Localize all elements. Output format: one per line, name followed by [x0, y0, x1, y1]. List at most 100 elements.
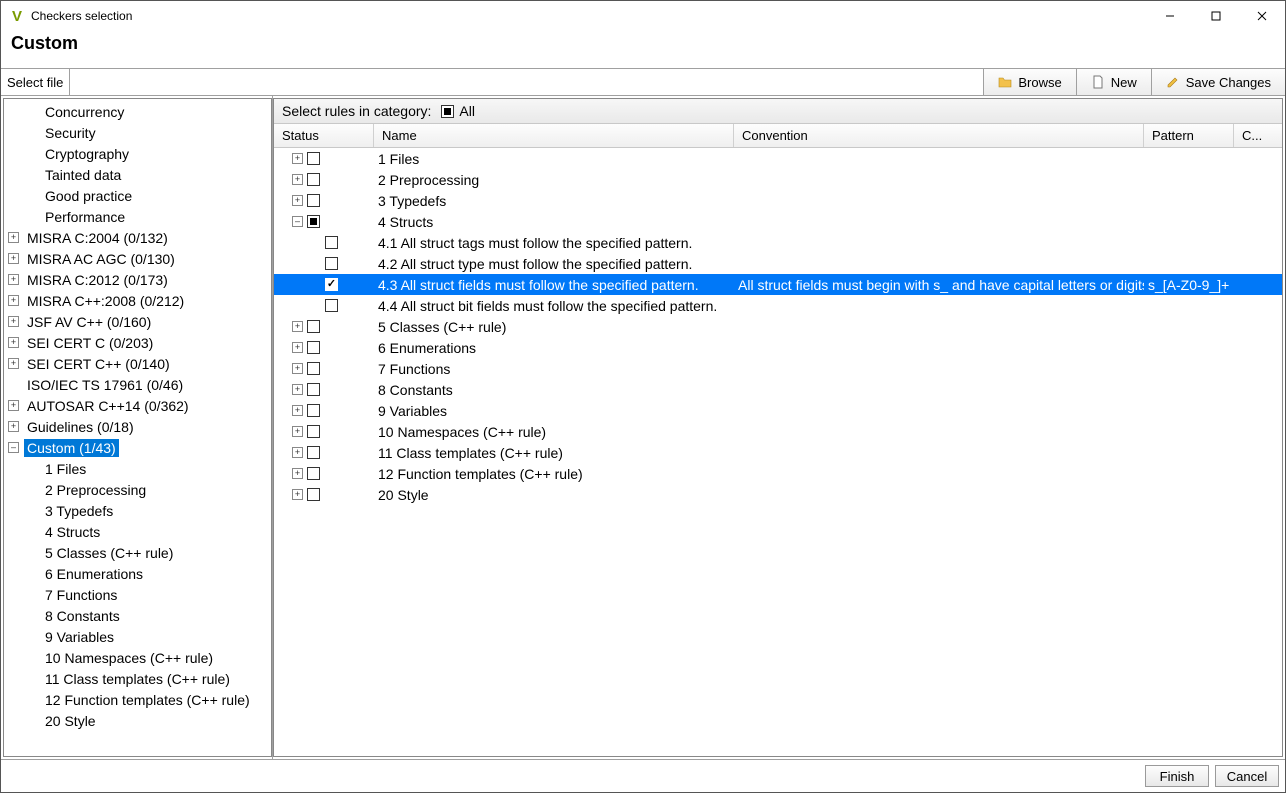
- rule-row[interactable]: 4.2 All struct type must follow the spec…: [274, 253, 1282, 274]
- rules-body[interactable]: +1 Files+2 Preprocessing+3 Typedefs–4 St…: [274, 148, 1282, 756]
- expand-icon[interactable]: +: [292, 426, 303, 437]
- tree-item[interactable]: +SEI CERT C (0/203): [4, 332, 271, 353]
- rule-row[interactable]: +10 Namespaces (C++ rule): [274, 421, 1282, 442]
- rule-checkbox[interactable]: [307, 194, 320, 207]
- rule-row[interactable]: –4 Structs: [274, 211, 1282, 232]
- rule-checkbox[interactable]: [307, 173, 320, 186]
- rule-row[interactable]: +5 Classes (C++ rule): [274, 316, 1282, 337]
- tree-item[interactable]: Performance: [4, 206, 271, 227]
- tree-item[interactable]: 3 Typedefs: [4, 500, 271, 521]
- rule-row[interactable]: +3 Typedefs: [274, 190, 1282, 211]
- tree-item[interactable]: Concurrency: [4, 101, 271, 122]
- col-last[interactable]: C...: [1234, 124, 1269, 147]
- tree-item[interactable]: Security: [4, 122, 271, 143]
- expand-icon[interactable]: +: [292, 174, 303, 185]
- col-name[interactable]: Name: [374, 124, 734, 147]
- rule-checkbox[interactable]: [307, 152, 320, 165]
- rule-row[interactable]: +1 Files: [274, 148, 1282, 169]
- col-pattern[interactable]: Pattern: [1144, 124, 1234, 147]
- maximize-button[interactable]: [1193, 1, 1239, 31]
- tree-container[interactable]: ConcurrencySecurityCryptographyTainted d…: [3, 98, 272, 757]
- tree-item[interactable]: 8 Constants: [4, 605, 271, 626]
- rule-checkbox[interactable]: [325, 299, 338, 312]
- tree-item[interactable]: 11 Class templates (C++ rule): [4, 668, 271, 689]
- rule-row[interactable]: 4.1 All struct tags must follow the spec…: [274, 232, 1282, 253]
- tree-item[interactable]: 2 Preprocessing: [4, 479, 271, 500]
- expand-icon[interactable]: +: [8, 253, 19, 264]
- rule-row[interactable]: +8 Constants: [274, 379, 1282, 400]
- save-changes-button[interactable]: Save Changes: [1151, 69, 1285, 95]
- tree-item[interactable]: +MISRA AC AGC (0/130): [4, 248, 271, 269]
- tree-item[interactable]: +SEI CERT C++ (0/140): [4, 353, 271, 374]
- tree-item[interactable]: +MISRA C++:2008 (0/212): [4, 290, 271, 311]
- rule-row[interactable]: +2 Preprocessing: [274, 169, 1282, 190]
- tree-item[interactable]: Tainted data: [4, 164, 271, 185]
- new-button[interactable]: New: [1076, 69, 1151, 95]
- expand-icon[interactable]: +: [292, 468, 303, 479]
- collapse-icon[interactable]: –: [292, 216, 303, 227]
- expand-icon[interactable]: +: [292, 153, 303, 164]
- browse-button[interactable]: Browse: [983, 69, 1075, 95]
- tree-item[interactable]: 12 Function templates (C++ rule): [4, 689, 271, 710]
- tree-item[interactable]: ISO/IEC TS 17961 (0/46): [4, 374, 271, 395]
- expand-icon[interactable]: +: [292, 489, 303, 500]
- expand-icon[interactable]: +: [292, 321, 303, 332]
- tree-item[interactable]: 7 Functions: [4, 584, 271, 605]
- tree-item[interactable]: 10 Namespaces (C++ rule): [4, 647, 271, 668]
- tree-item[interactable]: +MISRA C:2004 (0/132): [4, 227, 271, 248]
- rule-checkbox[interactable]: [307, 425, 320, 438]
- expand-icon[interactable]: +: [8, 400, 19, 411]
- rule-checkbox[interactable]: [307, 341, 320, 354]
- rule-checkbox[interactable]: [307, 383, 320, 396]
- tree-item[interactable]: Good practice: [4, 185, 271, 206]
- expand-icon[interactable]: +: [292, 405, 303, 416]
- expand-icon[interactable]: +: [8, 232, 19, 243]
- rule-checkbox[interactable]: [325, 278, 338, 291]
- rule-checkbox[interactable]: [325, 257, 338, 270]
- rule-row[interactable]: +12 Function templates (C++ rule): [274, 463, 1282, 484]
- tree-item[interactable]: 4 Structs: [4, 521, 271, 542]
- tree-item[interactable]: Cryptography: [4, 143, 271, 164]
- tree-item[interactable]: 5 Classes (C++ rule): [4, 542, 271, 563]
- rule-row[interactable]: 4.3 All struct fields must follow the sp…: [274, 274, 1282, 295]
- collapse-icon[interactable]: –: [8, 442, 19, 453]
- rule-checkbox[interactable]: [325, 236, 338, 249]
- rule-row[interactable]: +6 Enumerations: [274, 337, 1282, 358]
- tree-item[interactable]: 1 Files: [4, 458, 271, 479]
- minimize-button[interactable]: [1147, 1, 1193, 31]
- expand-icon[interactable]: +: [8, 421, 19, 432]
- tree-item[interactable]: +JSF AV C++ (0/160): [4, 311, 271, 332]
- close-button[interactable]: [1239, 1, 1285, 31]
- tree-item[interactable]: +AUTOSAR C++14 (0/362): [4, 395, 271, 416]
- expand-icon[interactable]: +: [8, 295, 19, 306]
- rule-checkbox[interactable]: [307, 215, 320, 228]
- tree-item[interactable]: 6 Enumerations: [4, 563, 271, 584]
- finish-button[interactable]: Finish: [1145, 765, 1209, 787]
- rule-checkbox[interactable]: [307, 488, 320, 501]
- rule-checkbox[interactable]: [307, 404, 320, 417]
- expand-icon[interactable]: +: [292, 342, 303, 353]
- expand-icon[interactable]: +: [292, 447, 303, 458]
- tree-item[interactable]: 9 Variables: [4, 626, 271, 647]
- tree-item[interactable]: 20 Style: [4, 710, 271, 731]
- rule-row[interactable]: +11 Class templates (C++ rule): [274, 442, 1282, 463]
- expand-icon[interactable]: +: [292, 195, 303, 206]
- expand-icon[interactable]: +: [8, 358, 19, 369]
- expand-icon[interactable]: +: [292, 384, 303, 395]
- select-all-checkbox[interactable]: [441, 105, 454, 118]
- cancel-button[interactable]: Cancel: [1215, 765, 1279, 787]
- rule-checkbox[interactable]: [307, 320, 320, 333]
- rule-row[interactable]: 4.4 All struct bit fields must follow th…: [274, 295, 1282, 316]
- tree-item[interactable]: –Custom (1/43): [4, 437, 271, 458]
- rule-row[interactable]: +7 Functions: [274, 358, 1282, 379]
- col-convention[interactable]: Convention: [734, 124, 1144, 147]
- expand-icon[interactable]: +: [8, 316, 19, 327]
- rule-row[interactable]: +20 Style: [274, 484, 1282, 505]
- expand-icon[interactable]: +: [8, 274, 19, 285]
- tree-item[interactable]: +MISRA C:2012 (0/173): [4, 269, 271, 290]
- rule-row[interactable]: +9 Variables: [274, 400, 1282, 421]
- tree-item[interactable]: +Guidelines (0/18): [4, 416, 271, 437]
- file-path-input[interactable]: [70, 69, 983, 95]
- rule-checkbox[interactable]: [307, 362, 320, 375]
- rule-checkbox[interactable]: [307, 467, 320, 480]
